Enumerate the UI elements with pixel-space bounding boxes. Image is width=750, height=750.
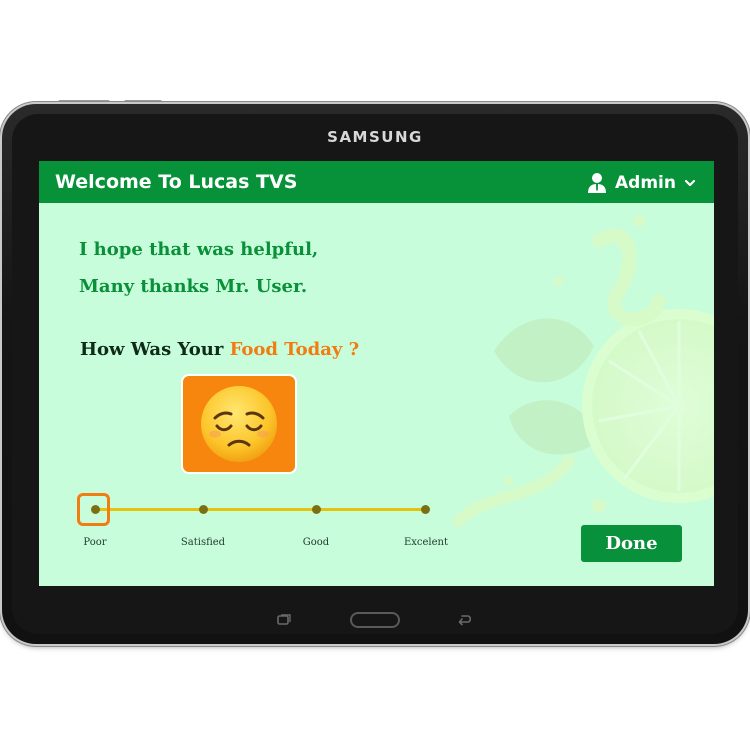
rating-dot-good[interactable] [312,505,321,514]
rating-question: How Was Your Food Today ? [80,339,359,360]
app-screen: Welcome To Lucas TVS Admin I hope that w… [39,161,714,586]
sad-face-emoji-icon [201,386,277,462]
rating-dot-satisfied[interactable] [199,505,208,514]
user-name: Admin [615,173,676,193]
message-line-1: I hope that was helpful, [79,239,319,260]
user-icon [588,173,607,193]
home-button[interactable] [350,612,400,628]
recent-apps-icon[interactable] [276,613,292,627]
lemon-splash-decoration [453,215,714,527]
rating-label-good[interactable]: Good [303,537,329,548]
device-brand: SAMSUNG [327,128,423,146]
user-menu[interactable]: Admin [587,170,696,196]
app-header: Welcome To Lucas TVS Admin [39,161,714,203]
done-button[interactable]: Done [581,525,682,562]
app-title: Welcome To Lucas TVS [55,171,298,193]
rating-track[interactable] [95,508,427,511]
message-line-2: Many thanks Mr. User. [79,276,308,297]
back-icon[interactable] [457,613,473,627]
rating-label-excelent[interactable]: Excelent [404,537,448,548]
question-prefix: How Was Your [80,339,230,360]
rating-label-poor[interactable]: Poor [83,537,106,548]
chevron-down-icon [684,179,696,187]
rating-dot-poor[interactable] [91,505,100,514]
rating-label-satisfied[interactable]: Satisfied [181,537,225,548]
selected-emoji-card [181,374,297,474]
question-highlight: Food Today ? [229,339,360,360]
rating-dot-excelent[interactable] [421,505,430,514]
